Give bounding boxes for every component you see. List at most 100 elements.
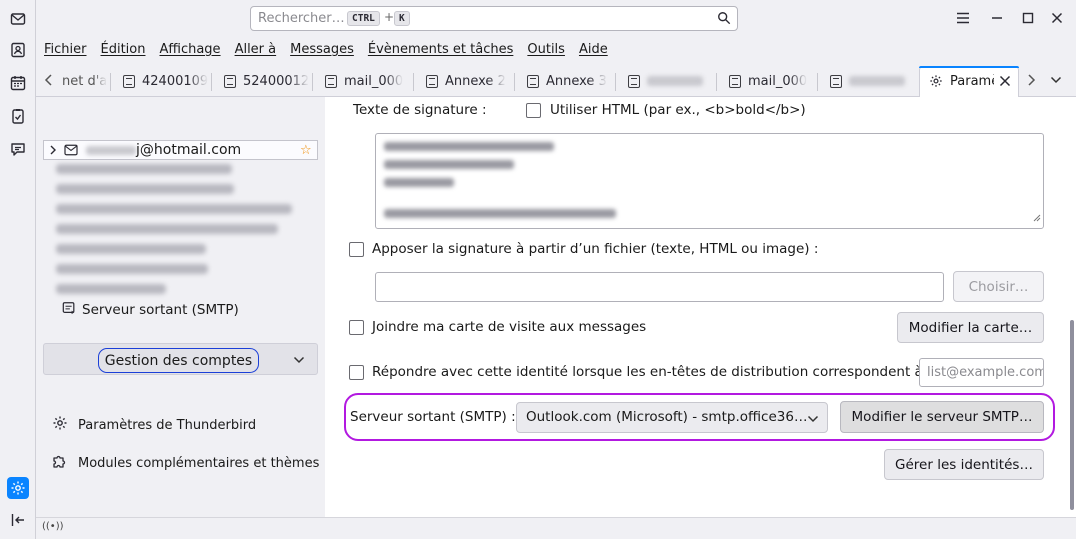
tab-5[interactable]: Annexe 2 (426, 67, 512, 95)
document-icon (628, 74, 640, 88)
tasks-icon[interactable] (7, 105, 29, 127)
redacted-label (849, 76, 905, 86)
status-bar: ((•)) (36, 517, 1076, 539)
app-menu-icon[interactable] (953, 8, 973, 28)
document-icon (123, 74, 135, 88)
signature-file-path-input[interactable] (375, 272, 944, 302)
tab-separator (312, 73, 313, 91)
mail-account-icon (64, 144, 78, 160)
document-icon (729, 74, 741, 88)
menu-edition[interactable]: Édition (101, 42, 146, 57)
redacted-username (86, 146, 136, 155)
close-window-icon[interactable] (1047, 8, 1067, 28)
use-html-checkbox[interactable] (526, 103, 541, 118)
expand-chevron-icon[interactable] (49, 144, 57, 160)
scroll-tabs-right-icon[interactable] (1026, 73, 1036, 91)
settings-gear-icon[interactable] (7, 477, 29, 499)
tab-separator (211, 73, 212, 91)
menu-fichier[interactable]: Fichier (44, 42, 87, 57)
tab-label: mail_000 (748, 73, 808, 89)
selected-account-row[interactable]: j@hotmail.com ☆ (43, 140, 318, 160)
tab-separator (817, 73, 818, 91)
tab-1[interactable]: net d'a (62, 67, 107, 95)
edit-smtp-server-button[interactable]: Modifier le serveur SMTP… (840, 401, 1044, 433)
tab-separator (716, 73, 717, 91)
chat-icon[interactable] (7, 138, 29, 160)
smtp-server-dropdown[interactable]: Outlook.com (Microsoft) - smtp.office36… (516, 402, 828, 433)
global-search-input[interactable]: Rechercher… CTRL + K (250, 6, 738, 31)
chevron-down-icon (807, 413, 819, 428)
content-scrollbar[interactable] (1070, 320, 1074, 510)
menu-evenements[interactable]: Évènements et tâches (368, 42, 514, 57)
tab-9[interactable] (830, 67, 916, 95)
other-accounts-list[interactable] (56, 164, 296, 294)
online-status-icon[interactable]: ((•)) (42, 521, 64, 532)
menubar: Fichier Édition Affichage Aller à Messag… (36, 37, 1076, 61)
manage-identities-button[interactable]: Gérer les identités… (884, 449, 1044, 480)
thunderbird-settings-link[interactable]: Paramètres de Thunderbird (52, 415, 256, 435)
account-management-label: Gestion des comptes (98, 348, 259, 373)
tab-label: 42400109 (142, 73, 209, 89)
tab-3[interactable]: 52400012 (224, 67, 310, 95)
document-icon (325, 74, 337, 88)
settings-tab-icon (929, 74, 943, 92)
calendar-icon[interactable] (7, 72, 29, 94)
menu-aide[interactable]: Aide (579, 42, 608, 57)
tab-label: Annexe 3 (546, 73, 607, 89)
menu-aller[interactable]: Aller à (235, 42, 277, 57)
reply-address-input[interactable]: list@example.com (919, 358, 1044, 387)
use-html-label: Utiliser HTML (par ex., <b>bold</b>) (550, 102, 806, 118)
tab-separator (110, 73, 111, 91)
signature-textarea[interactable] (375, 133, 1044, 229)
outgoing-server-icon (62, 301, 76, 319)
address-book-icon[interactable] (7, 39, 29, 61)
attach-vcard-checkbox[interactable] (349, 320, 364, 335)
tab-list-chevron-icon[interactable] (1050, 74, 1062, 89)
document-icon (830, 74, 842, 88)
smtp-select-label: Serveur sortant (SMTP) : (350, 409, 516, 425)
menu-messages[interactable]: Messages (290, 42, 354, 57)
account-management-button[interactable]: Gestion des comptes (43, 343, 318, 375)
redacted-signature-text (384, 142, 616, 218)
mail-icon[interactable] (7, 8, 29, 30)
collapse-spaces-icon[interactable] (7, 509, 29, 531)
minimize-icon[interactable] (987, 8, 1007, 28)
account-settings-panel: Texte de signature : Utiliser HTML (par … (325, 97, 1076, 517)
document-icon (527, 74, 539, 88)
attach-signature-file-checkbox[interactable] (349, 242, 364, 257)
addons-link-label: Modules complémentaires et thèmes (78, 455, 320, 471)
spaces-toolbar (0, 0, 36, 539)
scroll-tabs-left-icon[interactable] (44, 73, 54, 91)
tab-label: mail_000 (344, 73, 404, 89)
menu-affichage[interactable]: Affichage (159, 42, 220, 57)
smtp-server-item[interactable]: Serveur sortant (SMTP) (62, 300, 239, 319)
reply-identity-checkbox[interactable] (349, 365, 364, 380)
search-icon[interactable] (717, 11, 731, 29)
menu-outils[interactable]: Outils (527, 42, 565, 57)
close-tab-icon[interactable] (999, 75, 1011, 91)
document-icon (224, 74, 236, 88)
resize-grip-icon[interactable] (1032, 211, 1041, 226)
shortcut-key-ctrl: CTRL (347, 11, 380, 26)
addons-themes-link[interactable]: Modules complémentaires et thèmes (52, 453, 319, 473)
tab-label: Annexe 2 (445, 73, 506, 89)
settings-link-label: Paramètres de Thunderbird (78, 417, 257, 433)
edit-card-button[interactable]: Modifier la carte… (897, 312, 1044, 343)
search-placeholder: Rechercher… (258, 11, 345, 26)
redacted-label (647, 76, 703, 86)
tab-separator (615, 73, 616, 91)
tab-7[interactable] (628, 67, 714, 95)
choose-file-button[interactable]: Choisir… (953, 271, 1044, 302)
tab-2[interactable]: 42400109 (123, 67, 209, 95)
signature-label: Texte de signature : (353, 102, 487, 118)
smtp-server-label: Serveur sortant (SMTP) (82, 301, 239, 318)
chevron-down-icon (293, 354, 305, 369)
tab-6[interactable]: Annexe 3 (527, 67, 613, 95)
tab-settings[interactable]: Paramètres (919, 66, 1019, 97)
tab-4[interactable]: mail_000 (325, 67, 411, 95)
maximize-icon[interactable] (1018, 8, 1038, 28)
default-account-star-icon: ☆ (300, 143, 312, 158)
tab-separator (413, 73, 414, 91)
reply-address-placeholder: list@example.com (927, 365, 1044, 380)
tab-8[interactable]: mail_000 (729, 67, 815, 95)
